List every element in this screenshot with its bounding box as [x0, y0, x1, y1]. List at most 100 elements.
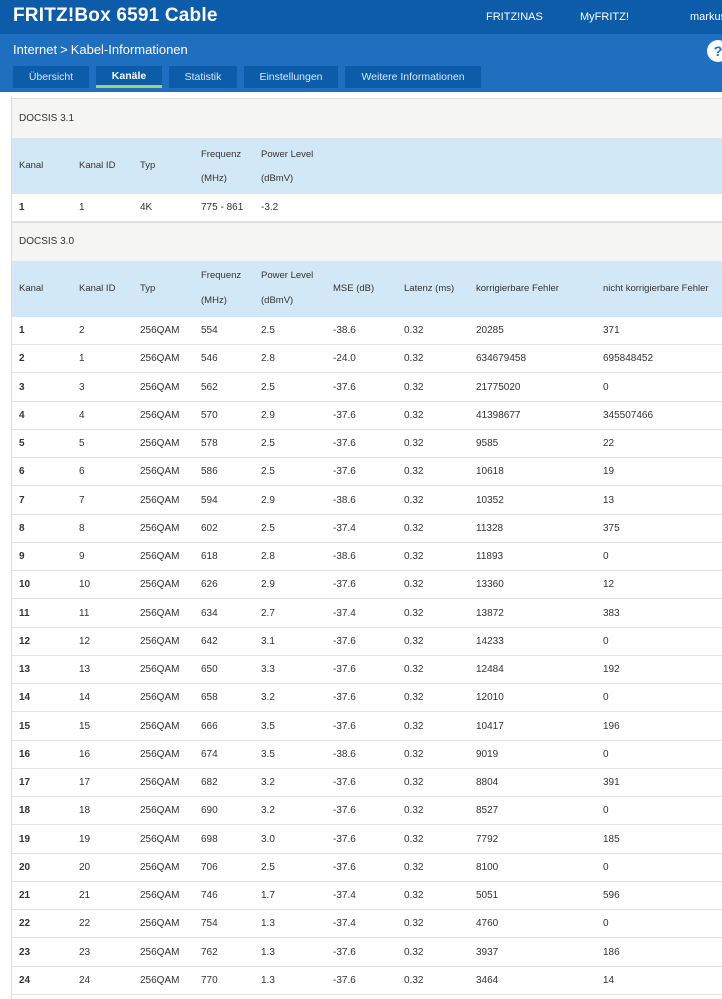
cell-mse: -37.4 [333, 890, 356, 901]
cell-kanal: 1 [19, 325, 25, 336]
cell-frequenz: 626 [201, 579, 218, 591]
cell-kanal: 18 [19, 805, 31, 817]
cell-mse: -37.6 [333, 974, 356, 986]
cell-mse: -38.6 [333, 551, 356, 562]
table-row: 16 16 256QAM 674 3.5 -38.6 0.32 9019 0 [12, 740, 722, 769]
cell-kanal-id: 15 [79, 720, 91, 732]
cell-frequenz: 546 [201, 353, 218, 365]
cell-korrigierbare-fehler: 10417 [476, 720, 504, 732]
tab-weitere-informationen[interactable]: Weitere Informationen [345, 66, 481, 88]
cell-typ: 256QAM [140, 466, 180, 478]
cell-kanal-id: 4 [79, 409, 85, 421]
tab-kanaele[interactable]: Kanäle [96, 66, 162, 88]
cell-kanal: 9 [19, 551, 25, 562]
tab-statistik[interactable]: Statistik [169, 66, 237, 88]
cell-nicht-korrigierbare-fehler: 371 [603, 325, 620, 336]
cell-latenz: 0.32 [404, 974, 424, 986]
cell-power: 2.5 [261, 861, 275, 873]
cell-typ: 256QAM [140, 974, 180, 986]
cell-mse: -38.6 [333, 325, 356, 336]
cell-typ: 256QAM [140, 833, 180, 845]
cell-frequenz: 586 [201, 466, 218, 478]
cell-mse: -37.6 [333, 946, 356, 958]
cell-kanal: 17 [19, 777, 31, 788]
cell-power: -3.2 [261, 202, 279, 213]
cell-korrigierbare-fehler: 9585 [476, 438, 499, 449]
cell-typ: 256QAM [140, 635, 180, 647]
cell-korrigierbare-fehler: 7792 [476, 833, 499, 845]
content-panel: DOCSIS 3.1 Kanal Kanal ID Typ Frequenz (… [11, 96, 722, 999]
cell-kanal-id: 2 [79, 325, 85, 336]
cell-power: 1.7 [261, 890, 275, 901]
cell-kanal: 14 [19, 692, 31, 704]
cell-power: 2.5 [261, 325, 275, 336]
col-kanal-id: Kanal ID [79, 160, 116, 171]
cell-nicht-korrigierbare-fehler: 345507466 [603, 409, 654, 421]
cell-korrigierbare-fehler: 12010 [476, 692, 504, 704]
cell-latenz: 0.32 [404, 409, 424, 421]
cell-typ: 256QAM [140, 579, 180, 591]
cell-latenz: 0.32 [404, 607, 424, 619]
nav-myfritz[interactable]: MyFRITZ! [580, 11, 629, 23]
cell-kanal-id: 12 [79, 635, 91, 647]
nav-user[interactable]: markus [690, 11, 722, 23]
cell-typ: 4K [140, 202, 153, 213]
cell-typ: 256QAM [140, 664, 180, 675]
cell-kanal-id: 5 [79, 438, 85, 449]
help-icon[interactable]: ? [707, 40, 722, 62]
tab-uebersicht[interactable]: Übersicht [13, 66, 89, 88]
col-typ: Typ [140, 283, 156, 294]
cell-kanal: 13 [19, 664, 31, 675]
cell-power: 1.3 [261, 946, 275, 958]
cell-power: 1.3 [261, 974, 275, 986]
cell-latenz: 0.32 [404, 890, 424, 901]
cell-power: 3.2 [261, 805, 275, 817]
cell-nicht-korrigierbare-fehler: 14 [603, 974, 615, 986]
table-row: 18 18 256QAM 690 3.2 -37.6 0.32 8527 0 [12, 797, 722, 826]
cell-typ: 256QAM [140, 522, 180, 534]
cell-latenz: 0.32 [404, 494, 424, 506]
cell-kanal: 7 [19, 494, 25, 506]
cell-latenz: 0.32 [404, 635, 424, 647]
cell-kanal-id: 23 [79, 946, 91, 958]
cell-frequenz: 642 [201, 635, 218, 647]
cell-nicht-korrigierbare-fehler: 186 [603, 946, 620, 958]
breadcrumb-internet[interactable]: Internet [13, 42, 57, 57]
cell-mse: -37.4 [333, 918, 356, 930]
nav-fritz-nas[interactable]: FRITZ!NAS [486, 11, 543, 23]
cell-latenz: 0.32 [404, 466, 424, 478]
cell-frequenz: 666 [201, 720, 218, 732]
tab-einstellungen[interactable]: Einstellungen [244, 66, 338, 88]
table-row: 23 23 256QAM 762 1.3 -37.6 0.32 3937 186 [12, 938, 722, 967]
section-title: DOCSIS 3.1 [19, 113, 75, 124]
cell-kanal-id: 19 [79, 833, 91, 845]
cell-power: 2.9 [261, 494, 275, 506]
col-frequenz: Frequenz [201, 149, 242, 160]
cell-kanal-id: 20 [79, 861, 91, 873]
cell-power: 3.1 [261, 635, 275, 647]
cell-korrigierbare-fehler: 8804 [476, 777, 499, 788]
cell-mse: -37.6 [333, 720, 356, 732]
cell-kanal-id: 21 [79, 890, 91, 901]
cell-mse: -37.6 [333, 777, 356, 788]
table-row: 15 15 256QAM 666 3.5 -37.6 0.32 10417 196 [12, 712, 722, 741]
cell-kanal: 23 [19, 946, 31, 958]
cell-mse: -37.6 [333, 833, 356, 845]
cell-kanal-id: 9 [79, 551, 85, 562]
cell-korrigierbare-fehler: 13360 [476, 579, 504, 591]
cell-frequenz: 698 [201, 833, 218, 845]
cell-typ: 256QAM [140, 890, 180, 901]
cell-korrigierbare-fehler: 13872 [476, 607, 504, 619]
col-frequenz-unit: (MHz) [201, 173, 227, 184]
cell-typ: 256QAM [140, 748, 180, 760]
col-kanal: Kanal [19, 160, 44, 171]
table-row: 9 9 256QAM 618 2.8 -38.6 0.32 11893 0 [12, 543, 722, 571]
cell-nicht-korrigierbare-fehler: 185 [603, 833, 620, 845]
cell-kanal-id: 11 [79, 607, 90, 619]
col-power-level: Power Level [261, 270, 314, 281]
cell-frequenz: 706 [201, 861, 218, 873]
cell-kanal: 24 [19, 974, 31, 986]
cell-nicht-korrigierbare-fehler: 0 [603, 861, 609, 873]
table-row: 13 13 256QAM 650 3.3 -37.6 0.32 12484 192 [12, 656, 722, 684]
cell-kanal: 11 [19, 607, 30, 619]
